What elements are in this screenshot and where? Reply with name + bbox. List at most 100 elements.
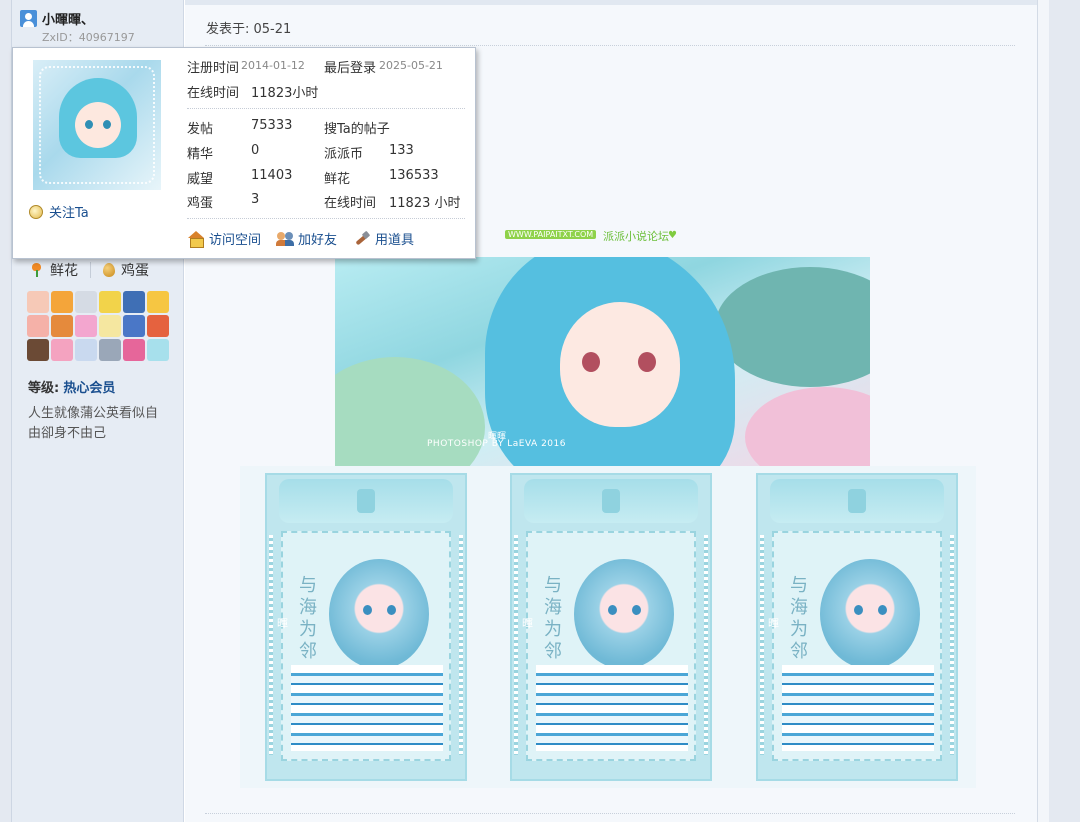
medal-icon[interactable] — [51, 291, 73, 313]
banner-eye — [638, 352, 656, 372]
add-friend-label[interactable]: 加好友 — [298, 229, 337, 248]
last-login-value: 2025-05-21 — [379, 59, 443, 72]
prestige-value: 11403 — [251, 168, 293, 183]
card-bow — [770, 479, 944, 523]
post-divider-bottom — [205, 813, 1015, 814]
medal-icon[interactable] — [51, 315, 73, 337]
medal-icon[interactable] — [75, 315, 97, 337]
egg-label[interactable]: 鸡蛋 — [121, 260, 149, 280]
online-time-label: 在线时间 — [187, 86, 240, 101]
card-bow — [524, 479, 698, 523]
digest-label: 精华 — [187, 147, 214, 162]
banner-face — [560, 302, 680, 427]
medal-icon[interactable] — [147, 339, 169, 361]
card-sea — [536, 665, 688, 751]
banner-eye — [582, 352, 600, 372]
medal-icon[interactable] — [123, 339, 145, 361]
search-posts-link[interactable]: 搜Ta的帖子 — [324, 118, 390, 137]
eggs-label: 鸡蛋 — [187, 196, 214, 211]
card-sea — [782, 665, 934, 751]
right-scroll-strip — [1037, 0, 1049, 822]
user-profile-popup: 关注Ta 注册时间 2014-01-12 最后登录 2025-05-21 在线时… — [12, 47, 476, 259]
reg-time-label: 注册时间 — [187, 61, 240, 76]
card-small-text: 暉 — [768, 617, 779, 630]
author-level: 等级: 热心会员 — [28, 377, 115, 396]
visit-space-label[interactable]: 访问空间 — [209, 229, 261, 248]
follow-button[interactable]: 关注Ta — [29, 202, 89, 221]
author-gift-row: 鲜花 鸡蛋 — [30, 260, 149, 280]
post-divider-top — [205, 45, 1015, 46]
card-vertical-text: 与海为邻 — [299, 575, 317, 662]
gift-separator — [90, 262, 91, 278]
card-side-strip — [760, 535, 764, 755]
tool-icon — [353, 231, 371, 246]
banner-image[interactable]: 暉暉 PHOTOSHOP BY LaEVA 2016 — [335, 257, 870, 466]
card-eye — [854, 605, 863, 615]
author-username[interactable]: 小暉暉、 — [42, 9, 94, 28]
medal-icon[interactable] — [27, 315, 49, 337]
card-bow — [279, 479, 453, 523]
medal-icon[interactable] — [99, 339, 121, 361]
medal-icon[interactable] — [99, 315, 121, 337]
card-side-strip — [514, 535, 518, 755]
popup-divider — [187, 218, 465, 219]
flowers-value: 136533 — [389, 168, 439, 183]
banner-rock — [715, 267, 870, 387]
card-image[interactable]: 与海为邻 暉 — [756, 473, 958, 781]
card-portrait — [574, 559, 674, 669]
card-image[interactable]: 与海为邻 暉 — [265, 473, 467, 781]
medal-icon[interactable] — [123, 291, 145, 313]
avatar[interactable] — [33, 60, 161, 190]
flower-icon — [30, 263, 44, 277]
posts-value: 75333 — [251, 118, 293, 133]
home-icon — [187, 231, 205, 248]
banner-foliage — [335, 357, 485, 466]
level-value[interactable]: 热心会员 — [63, 381, 115, 396]
medal-icon[interactable] — [75, 291, 97, 313]
post-top-rule — [185, 0, 1037, 5]
card-vertical-text: 与海为邻 — [544, 575, 562, 662]
watermark-url: WWW.PAIPAITXT.COM — [505, 230, 597, 239]
medal-icon[interactable] — [75, 339, 97, 361]
flowers-label: 鲜花 — [324, 172, 351, 187]
right-background — [1049, 0, 1080, 822]
heart-icon: ♥ — [668, 230, 677, 241]
card-small-text: 暉 — [277, 617, 288, 630]
last-login-label: 最后登录 — [324, 61, 377, 76]
medal-icon[interactable] — [123, 315, 145, 337]
egg-icon — [103, 263, 115, 277]
card-image[interactable]: 与海为邻 暉 — [510, 473, 712, 781]
medal-icon[interactable] — [99, 291, 121, 313]
card-side-strip — [950, 535, 954, 755]
author-username-row[interactable]: 小暉暉、 — [20, 9, 94, 28]
card-side-strip — [269, 535, 273, 755]
digest-value: 0 — [251, 143, 260, 158]
follow-label[interactable]: 关注Ta — [49, 202, 89, 221]
use-item-label[interactable]: 用道具 — [375, 229, 414, 248]
card-portrait — [820, 559, 920, 669]
coins-value: 133 — [389, 143, 414, 158]
medal-icon[interactable] — [147, 291, 169, 313]
author-signature: 人生就像蒲公英看似自由卻身不由己 — [28, 406, 159, 441]
flower-label[interactable]: 鲜花 — [50, 260, 78, 280]
card-sea — [291, 665, 443, 751]
bulb-icon — [29, 204, 43, 219]
card-portrait — [329, 559, 429, 669]
medal-icon[interactable] — [51, 339, 73, 361]
card-vertical-text: 与海为邻 — [790, 575, 808, 662]
medal-icon[interactable] — [27, 291, 49, 313]
card-eye — [363, 605, 372, 615]
forum-name: 派派小说论坛 — [603, 230, 669, 243]
add-friend-button[interactable]: 加好友 — [276, 229, 337, 248]
avatar-frame — [39, 66, 155, 184]
user-icon — [20, 9, 37, 27]
visit-space-button[interactable]: 访问空间 — [187, 229, 261, 248]
medal-icon[interactable] — [27, 339, 49, 361]
popup-divider — [187, 108, 465, 109]
medal-icon[interactable] — [147, 315, 169, 337]
use-item-button[interactable]: 用道具 — [353, 229, 414, 248]
card-small-text: 暉 — [522, 617, 533, 630]
online-time2-value: 11823 小时 — [389, 196, 461, 211]
level-label: 等级: — [28, 381, 60, 396]
online-time2-label: 在线时间 — [324, 196, 377, 211]
